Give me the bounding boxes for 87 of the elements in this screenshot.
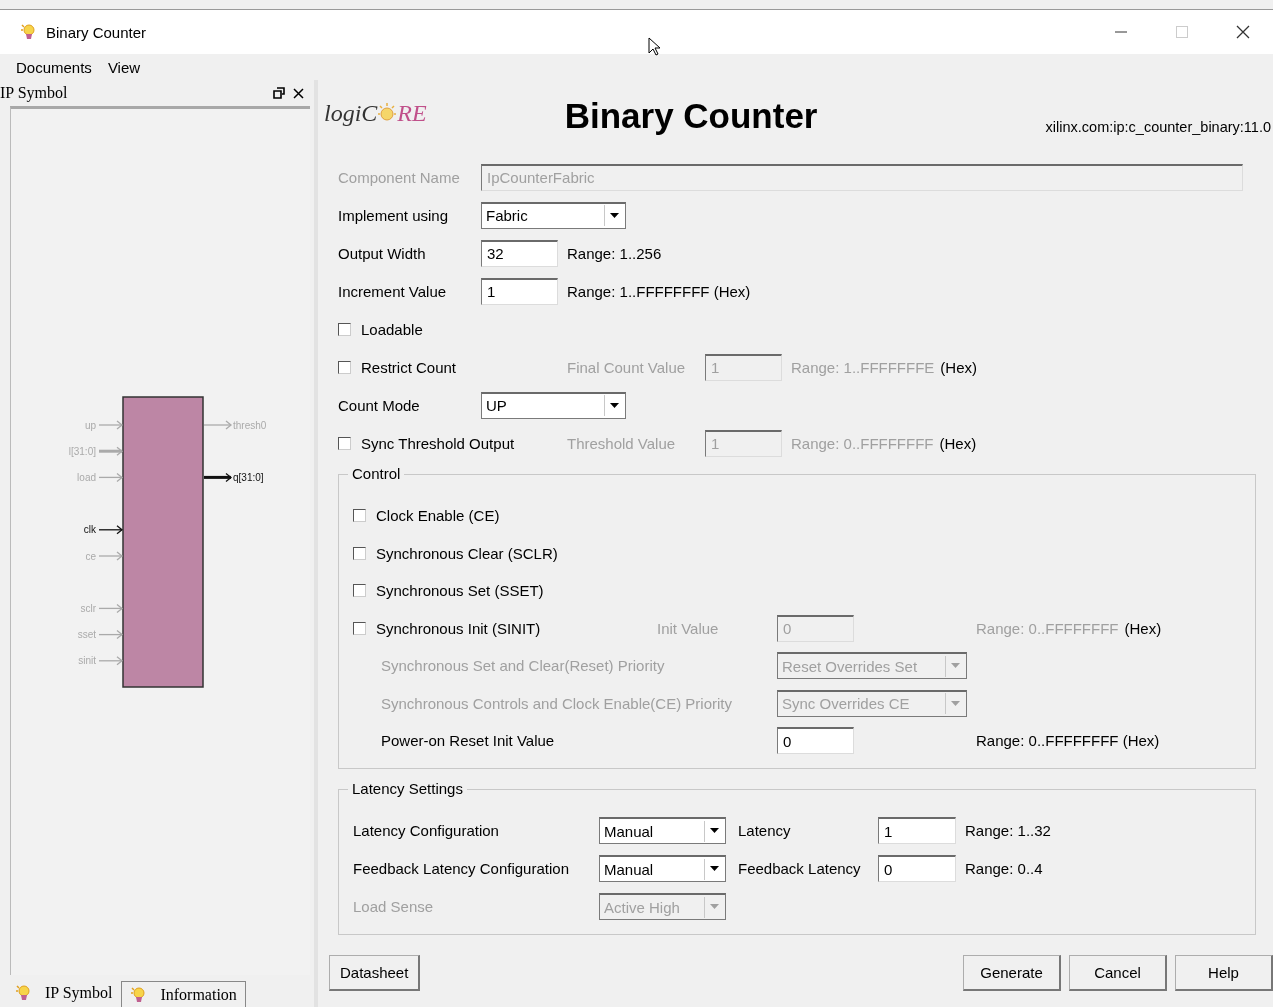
field-label: Feedback Latency Configuration [353,859,570,879]
pin-label: sinit [78,655,96,667]
field-label: Threshold Value [567,433,677,454]
pin-label: sset [77,629,96,641]
input-field[interactable]: 32 [481,239,558,267]
field-label: Output Width [338,243,427,264]
caret-icon [710,904,719,910]
range-text: Range: 1..FFFFFFFF (Hex) [567,281,752,302]
button[interactable]: Help [1175,955,1273,991]
range-text: Range: 0..4 [965,859,1044,879]
close-icon[interactable] [293,87,304,99]
field-label: Latency [738,821,792,841]
field-label: Count Mode [338,395,421,416]
range-text: Range: 1..32 [965,821,1052,841]
caret-icon [710,866,719,872]
dropdown[interactable]: Fabric [481,201,626,229]
range-text: Range: 0..FFFFFFFF [976,619,1119,637]
field-label: Load Sense [353,897,435,917]
lightbulb-icon [20,23,36,41]
float-icon[interactable] [273,87,285,99]
button[interactable]: Datasheet [329,955,421,991]
ip-identifier: xilinx.com:ip:c_counter_binary:11.0 [1045,119,1272,135]
range-text: Range: 0..FFFFFFFF (Hex) [976,731,1161,752]
pin-label: sclr [80,602,96,614]
close-icon[interactable] [1235,25,1250,39]
field-label: Final Count Value [567,357,687,378]
checkbox[interactable] [353,621,366,635]
caret-icon [951,663,960,670]
checkbox-label: Clock Enable (CE) [376,507,500,525]
checkbox-label: Synchronous Set (SSET) [376,582,544,600]
group-title: Control [348,465,405,482]
hex-label: (Hex) [939,434,977,452]
range-text: Range: 1..256 [567,243,663,264]
logo-text: RE [397,100,427,127]
caret-icon [610,212,619,219]
field-label: Synchronous Controls and Clock Enable(CE) Priority [380,693,733,714]
hex-label: (Hex) [1124,619,1162,637]
pin-label: up [84,419,96,431]
menu-item[interactable]: Documents [8,58,100,76]
button[interactable]: Cancel [1069,955,1167,991]
page-title: Binary Counter [564,96,818,136]
checkbox[interactable] [338,436,351,450]
menu-item[interactable]: View [99,58,149,76]
input-field[interactable]: 1 [878,817,956,844]
pin-label: thresh0 [233,419,267,431]
input-field[interactable]: 0 [777,727,854,755]
dropdown[interactable]: UP [481,391,626,419]
range-text: Range: 1..FFFFFFFE [791,358,935,376]
checkbox-label: Synchronous Init (SINIT) [376,619,541,637]
dropdown[interactable]: Manual [599,817,726,844]
checkbox-label: Sync Threshold Output [361,434,515,452]
button[interactable]: Generate [963,955,1061,991]
field-label: Implement using [338,205,450,226]
checkbox[interactable] [338,360,351,374]
checkbox-label: Restrict Count [361,358,457,376]
field-label: Power-on Reset Init Value [380,731,556,752]
checkbox-label: Loadable [361,320,423,338]
hex-label: (Hex) [940,358,978,376]
logo-text: logiC [324,100,378,127]
lightbulb-icon [15,984,31,1002]
input-field[interactable]: 0 [878,855,956,882]
panel-title: IP Symbol [0,84,68,102]
checkbox[interactable] [353,584,366,598]
dropdown[interactable]: Manual [599,855,726,882]
field-label: Increment Value [338,281,448,302]
lightbulb-icon [130,985,147,1004]
field-label: Latency Configuration [353,821,500,841]
pin-label: l[31:0] [68,445,96,457]
input-field[interactable]: 1 [481,277,558,305]
checkbox-label: Synchronous Clear (SCLR) [376,544,558,562]
field-label: Init Value [657,618,720,639]
tab[interactable]: Information [121,981,246,1007]
pin-label: load [77,471,96,483]
field-label: Synchronous Set and Clear(Reset) Priority [380,656,666,677]
field-label: Component Name [338,167,461,188]
pin-label: clk [83,524,96,536]
range-text: Range: 0..FFFFFFFF [791,434,934,452]
caret-icon [610,402,619,409]
pin-label: q[31:0] [233,471,264,483]
caret-icon [951,700,960,707]
checkbox[interactable] [338,322,351,336]
caret-icon [710,828,719,834]
checkbox[interactable] [353,546,366,560]
window-title: Binary Counter [46,23,147,41]
checkbox[interactable] [353,509,366,523]
pin-label: ce [85,550,96,562]
field-label: Feedback Latency [738,859,862,879]
